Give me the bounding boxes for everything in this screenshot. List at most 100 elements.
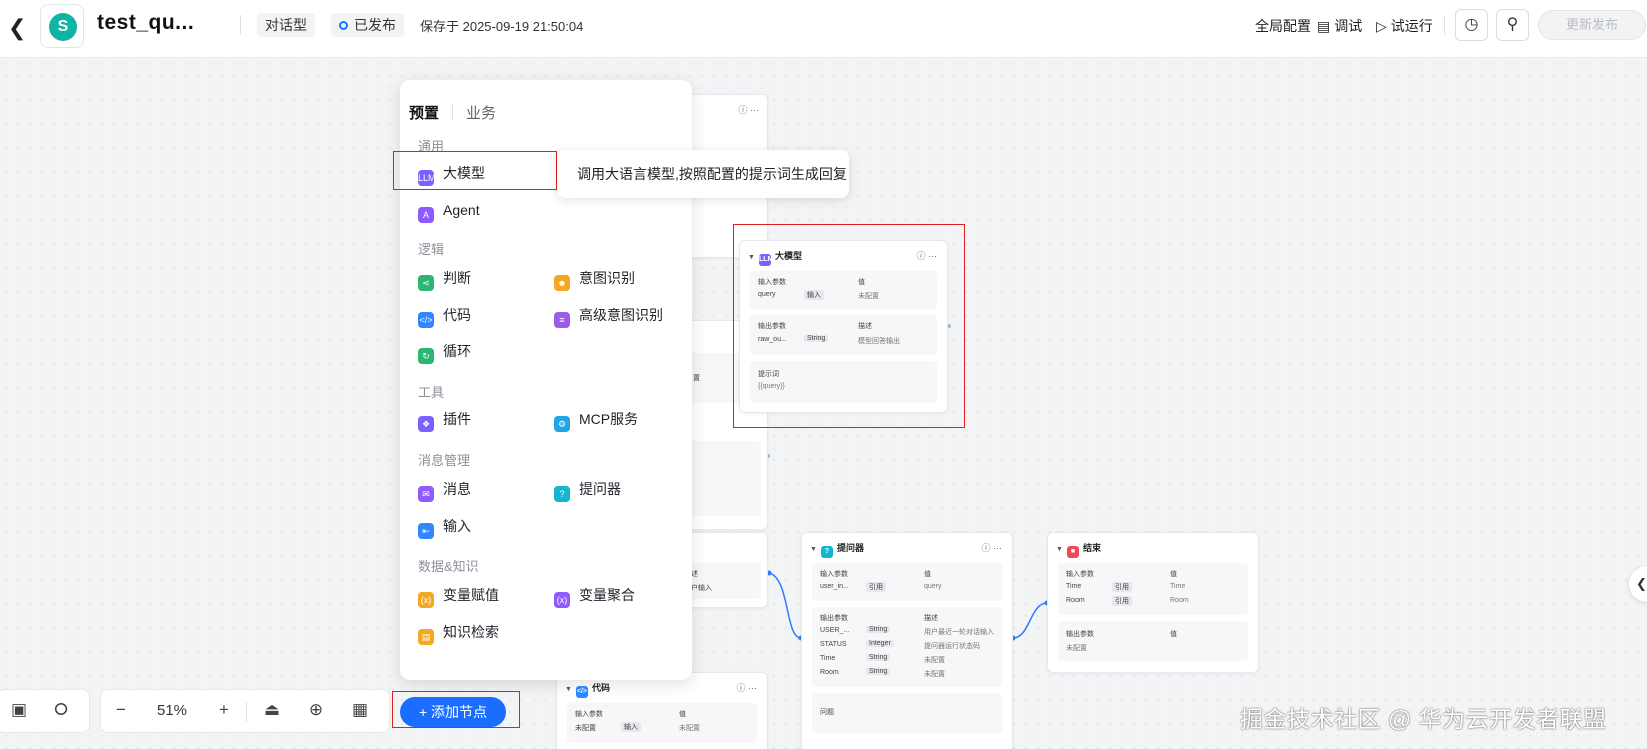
play-circle-icon: ▷	[1376, 18, 1387, 34]
output-name: Time	[820, 655, 836, 662]
input-value: Room	[1170, 597, 1189, 604]
item-label: 意图识别	[579, 270, 635, 286]
tab-preset[interactable]: 预置	[409, 102, 439, 123]
node-item-var-aggregate[interactable]: (x) 变量聚合	[554, 583, 635, 608]
node-menu-icon[interactable]: ⓘ ···	[739, 103, 760, 116]
code-icon: </>	[418, 312, 434, 328]
input-label: 输入参数	[575, 711, 603, 718]
touchpad-mode-icon[interactable]: ▣	[7, 700, 31, 720]
input-icon: ⇤	[418, 523, 434, 539]
auto-layout-icon[interactable]: ⏏	[260, 700, 284, 720]
debug-button[interactable]: ▤ 调试	[1317, 16, 1362, 36]
puzzle-icon: ❖	[418, 416, 434, 432]
app-title: test_qu...	[97, 11, 195, 34]
variable-assign-icon: (x)	[418, 592, 434, 608]
code-node[interactable]: ▼ </> 代码 ⓘ ··· 输入参数 值 未配置 输入 未配置	[556, 672, 768, 749]
zoom-in-icon[interactable]: +	[212, 700, 236, 720]
node-item-input[interactable]: ⇤ 输入	[418, 514, 471, 539]
input-type: 引用	[1112, 596, 1132, 606]
input-label: 输入参数	[1066, 571, 1094, 578]
status-text: 已发布	[354, 17, 396, 33]
type-tag: 对话型	[257, 13, 315, 37]
item-label: 知识检索	[443, 624, 499, 640]
item-label: 代码	[443, 307, 471, 323]
llm-tooltip: 调用大语言模型,按照配置的提示词生成回复	[557, 150, 849, 198]
zoom-level[interactable]: 51%	[157, 702, 187, 719]
node-item-knowledge[interactable]: ▤ 知识检索	[418, 620, 499, 645]
node-menu-icon[interactable]: ⓘ ···	[737, 681, 758, 694]
node-item-mcp[interactable]: ⚙ MCP服务	[554, 407, 638, 432]
partial-text: 户输入	[691, 585, 712, 592]
item-label: 循环	[443, 343, 471, 359]
message-icon: ✉	[418, 486, 434, 502]
collapse-triangle-icon[interactable]: ▼	[565, 686, 572, 693]
value-label: 值	[924, 571, 931, 578]
back-chevron-left-icon[interactable]: ❮	[8, 15, 30, 41]
code-icon: </>	[575, 686, 588, 698]
intent-icon: ☻	[554, 275, 570, 291]
publish-button[interactable]: 更新发布	[1538, 10, 1646, 40]
node-item-questioner[interactable]: ? 提问器	[554, 477, 621, 502]
history-clock-button[interactable]: ◷	[1455, 9, 1488, 41]
collapse-triangle-icon[interactable]: ▼	[1056, 546, 1063, 553]
divider	[452, 104, 453, 120]
node-menu-icon[interactable]: ⓘ ···	[982, 541, 1003, 554]
node-item-message[interactable]: ✉ 消息	[418, 477, 471, 502]
fit-view-icon[interactable]: ⊕	[304, 700, 328, 720]
status-dot-icon	[339, 21, 348, 30]
end-node[interactable]: ▼ ■ 结束 输入参数 值 Time 引用 Time Room 引用 Room 输出…	[1047, 532, 1259, 673]
mcp-icon: ⚙	[554, 416, 570, 432]
stop-icon: ■	[1066, 546, 1079, 558]
knowledge-book-icon: ▤	[418, 629, 434, 645]
desc-label: 描述	[924, 615, 938, 622]
divider	[240, 15, 241, 35]
input-type: 引用	[866, 582, 886, 592]
value-label: 值	[1170, 631, 1177, 638]
category-data: 数据&知识	[418, 559, 479, 574]
divider	[246, 702, 247, 722]
status-badge: 已发布	[331, 13, 404, 37]
node-item-code[interactable]: </> 代码	[418, 303, 471, 328]
input-value: query	[924, 583, 942, 590]
global-config-button[interactable]: 全局配置	[1255, 16, 1311, 36]
collapse-triangle-icon[interactable]: ▼	[810, 546, 817, 553]
saved-time: 保存于 2025-09-19 21:50:04	[420, 19, 584, 34]
item-label: 判断	[443, 270, 471, 286]
node-item-plugin[interactable]: ❖ 插件	[418, 407, 471, 432]
node-item-intent[interactable]: ☻ 意图识别	[554, 266, 635, 291]
item-label: Agent	[443, 202, 480, 218]
input-value: 未配置	[679, 725, 700, 732]
trial-run-button[interactable]: ▷ 试运行	[1376, 16, 1433, 36]
node-item-judge[interactable]: ⋖ 判断	[418, 266, 471, 291]
question-icon: ?	[554, 486, 570, 502]
questioner-node[interactable]: ▼? 提问器 ⓘ ··· 输入参数 值 user_in... 引用 query 输出…	[801, 532, 1013, 749]
mouse-select-icon[interactable]: ⭘	[49, 700, 73, 720]
logo-icon: S	[49, 13, 77, 41]
node-item-agent[interactable]: A Agent	[418, 198, 480, 223]
loop-icon: ↻	[418, 348, 434, 364]
questioner-node-title: 提问器	[836, 543, 864, 553]
node-item-adv-intent[interactable]: ≡ 高级意图识别	[554, 303, 663, 328]
partial-text: 置	[693, 375, 700, 382]
workflow-structure-button[interactable]: ⚲	[1496, 9, 1529, 41]
branch-icon: ⋖	[418, 275, 434, 291]
minimap-grid-icon[interactable]: ▦	[348, 700, 372, 720]
node-item-var-assign[interactable]: (x) 变量赋值	[418, 583, 499, 608]
output-value: 未配置	[1066, 645, 1087, 652]
zoom-out-icon[interactable]: −	[109, 700, 133, 720]
mode-toolbar: ▣ ⭘	[0, 689, 90, 733]
input-name: user_in...	[820, 583, 849, 590]
item-label: 输入	[443, 518, 471, 534]
output-desc: 用户最近一轮对话输入	[924, 629, 994, 636]
tab-business[interactable]: 业务	[466, 102, 496, 123]
input-name: Room	[1066, 597, 1085, 604]
category-logic: 逻辑	[418, 242, 445, 257]
question-label: 问题	[820, 709, 834, 716]
input-value: Time	[1170, 583, 1186, 590]
item-label: 消息	[443, 481, 471, 497]
adv-intent-icon: ≡	[554, 312, 570, 328]
code-node-title: 代码	[591, 683, 610, 693]
output-name: Room	[820, 669, 839, 676]
input-name: Time	[1066, 583, 1082, 590]
node-item-loop[interactable]: ↻ 循环	[418, 339, 471, 364]
